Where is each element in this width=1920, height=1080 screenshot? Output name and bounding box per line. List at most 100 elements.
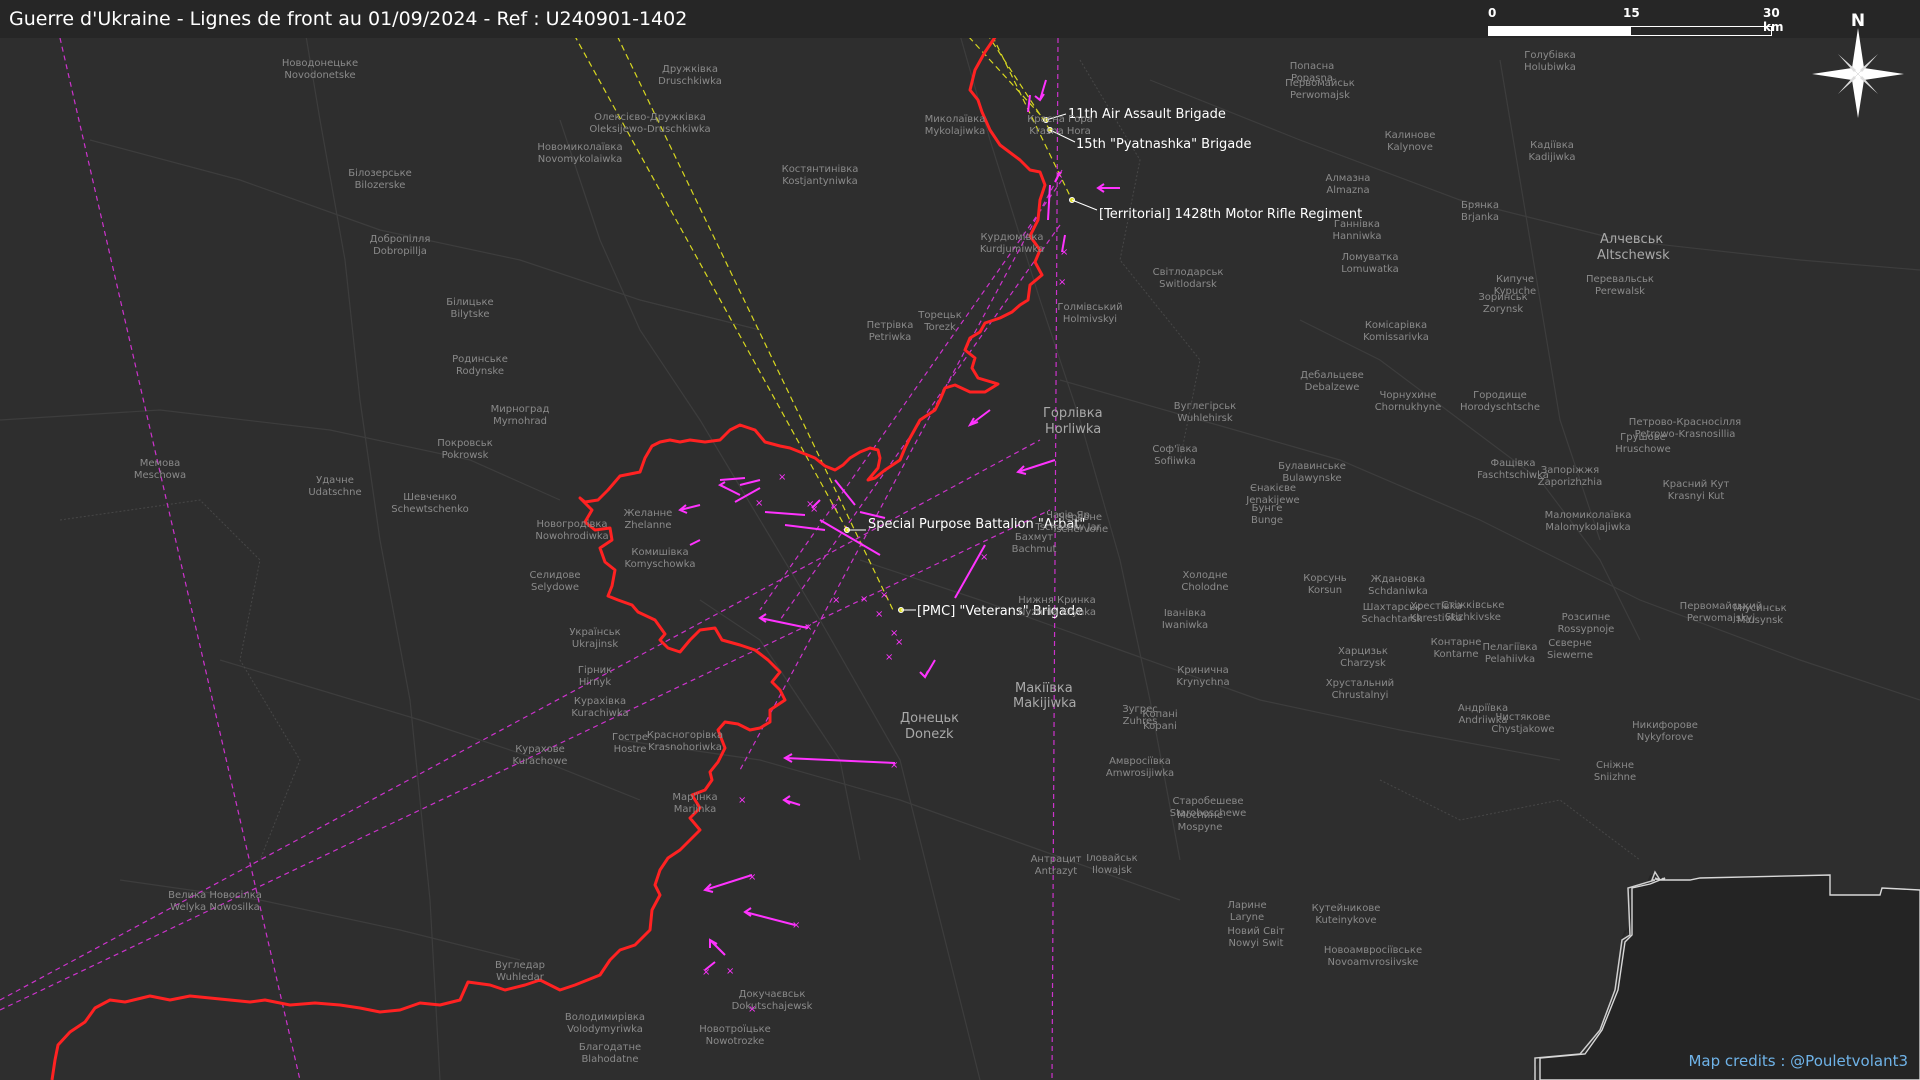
place-label: Nykyforove bbox=[1637, 732, 1693, 743]
place-label: Міусинськ bbox=[1733, 602, 1786, 614]
place-label: Kadijiwka bbox=[1528, 152, 1575, 163]
place-label: Новодонецьке bbox=[282, 58, 358, 69]
place-label: Торецьк bbox=[917, 310, 961, 321]
place-label: Благодатне bbox=[579, 1042, 641, 1053]
place-label: Nowotrozke bbox=[706, 1036, 765, 1047]
map-canvas[interactable]: ××× ××× ××× ××× ××× × ×× ××× ××× 11th Air… bbox=[0, 0, 1920, 1080]
place-label: Amwrosijiwka bbox=[1106, 768, 1174, 779]
city-label: Макіївка bbox=[1015, 681, 1073, 696]
place-label: Маломиколаївка bbox=[1545, 510, 1632, 521]
place-label: Torezk bbox=[923, 322, 956, 333]
place-label: Гостре bbox=[612, 732, 648, 743]
place-label: Novomykolaiwka bbox=[538, 154, 622, 165]
place-label: Holubiwka bbox=[1524, 62, 1576, 73]
place-label: Курахівка bbox=[574, 695, 626, 707]
place-label: Petrowo-Krasnosillia bbox=[1635, 429, 1736, 440]
place-label: Zaporizhzhia bbox=[1538, 477, 1602, 488]
place-label: Корсунь bbox=[1303, 573, 1347, 584]
place-label: Бахмут bbox=[1015, 532, 1053, 543]
place-label: Tschassiw Jar bbox=[1034, 522, 1101, 533]
svg-text:×: × bbox=[830, 502, 838, 513]
place-label: Krynychna bbox=[1176, 677, 1229, 688]
place-label: Желанне bbox=[624, 508, 673, 519]
place-label: Udatschne bbox=[308, 487, 361, 498]
place-label: Алмазна bbox=[1326, 173, 1371, 184]
city-label: Алчевськ bbox=[1600, 232, 1663, 247]
place-label: Horodyschtsche bbox=[1460, 402, 1540, 413]
place-label: Петрово-Красносілля bbox=[1629, 416, 1741, 428]
place-label: Красний Кут bbox=[1663, 479, 1730, 490]
place-label: Pelahiivka bbox=[1485, 654, 1535, 665]
place-label: Charzysk bbox=[1340, 658, 1386, 669]
place-label: Wuhledar bbox=[496, 972, 545, 983]
place-label: Almazna bbox=[1326, 185, 1369, 196]
place-label: Krasnyi Kut bbox=[1668, 491, 1725, 502]
place-label: Rodynske bbox=[456, 366, 504, 377]
place-label: Голмівський bbox=[1057, 301, 1122, 313]
city-label: Horliwka bbox=[1045, 422, 1101, 437]
place-label: Brjanka bbox=[1461, 212, 1499, 223]
place-label: Вугледар bbox=[495, 960, 545, 971]
svg-text:×: × bbox=[792, 920, 800, 931]
svg-text:×: × bbox=[738, 795, 746, 806]
svg-text:×: × bbox=[875, 609, 883, 620]
city-label: Makijiwka bbox=[1013, 696, 1076, 711]
place-label: Nyzhnia Krynka bbox=[1018, 607, 1096, 618]
place-label: Hirnyk bbox=[579, 677, 611, 688]
place-label: Гірник bbox=[578, 664, 612, 676]
place-label: Кипуче bbox=[1496, 274, 1534, 285]
place-label: Пелагіївка bbox=[1482, 641, 1537, 653]
place-label: Копані bbox=[1142, 708, 1177, 720]
place-label: Селидове bbox=[529, 570, 580, 581]
place-label: Bachmut bbox=[1012, 544, 1057, 555]
place-label: Кадіївка bbox=[1530, 139, 1574, 151]
place-label: Докучаєвськ bbox=[739, 989, 806, 1000]
place-label: Вуглегірськ bbox=[1174, 400, 1236, 412]
place-label: Покровськ bbox=[437, 438, 492, 449]
place-label: Perewalsk bbox=[1595, 286, 1645, 297]
place-label: Никифорове bbox=[1632, 720, 1698, 731]
place-label: Oleksijewo-Druschkiwka bbox=[589, 124, 710, 135]
place-label: Starobeschewe bbox=[1170, 808, 1246, 819]
place-label: Добропілля bbox=[370, 233, 431, 245]
place-label: Дебальцеве bbox=[1300, 370, 1364, 381]
place-label: Комишівка bbox=[631, 546, 688, 558]
place-label: Новотроїцьке bbox=[699, 1024, 771, 1035]
place-label: Комісарівка bbox=[1365, 319, 1427, 331]
place-label: Kypuche bbox=[1494, 286, 1536, 297]
place-label: Ларине bbox=[1227, 900, 1266, 911]
place-label: Mykolajiwka bbox=[925, 126, 985, 137]
place-label: Антрацит bbox=[1031, 854, 1082, 865]
place-label: Чистякове bbox=[1496, 712, 1551, 723]
place-label: Siewerne bbox=[1547, 650, 1593, 661]
place-label: Попасна bbox=[1290, 61, 1334, 72]
place-label: Kurachiwka bbox=[571, 708, 628, 719]
svg-text:×: × bbox=[748, 872, 756, 883]
place-label: Pokrowsk bbox=[442, 450, 489, 461]
place-label: Selydowe bbox=[531, 582, 579, 593]
city-label: Горлівка bbox=[1043, 406, 1103, 421]
place-label: Булавинське bbox=[1278, 461, 1346, 472]
svg-text:×: × bbox=[890, 760, 898, 771]
place-label: Kurachowe bbox=[513, 756, 568, 767]
svg-text:×: × bbox=[702, 967, 710, 978]
place-label: Холодне bbox=[1182, 570, 1227, 581]
place-label: Switlodarsk bbox=[1159, 279, 1217, 290]
place-label: Білицьке bbox=[446, 296, 493, 308]
place-label: Кринична bbox=[1177, 665, 1229, 676]
city-label: Altschewsk bbox=[1597, 248, 1670, 263]
place-label: Ilowajsk bbox=[1092, 865, 1132, 876]
place-label: Єнакієве bbox=[1250, 482, 1296, 494]
place-label: Schachtarsk bbox=[1361, 614, 1423, 625]
svg-text:×: × bbox=[880, 590, 888, 601]
place-label: Брянка bbox=[1461, 200, 1499, 211]
place-label: Welyka Nowosilka bbox=[170, 902, 259, 913]
place-label: Городище bbox=[1473, 390, 1527, 401]
place-label: Meschowa bbox=[134, 470, 186, 481]
place-label: Krasna Hora bbox=[1029, 126, 1091, 137]
place-label: Удачне bbox=[316, 475, 354, 486]
svg-text:×: × bbox=[980, 552, 988, 563]
place-label: Chornukhyne bbox=[1375, 402, 1442, 413]
place-label: Hruschowe bbox=[1615, 444, 1670, 455]
place-label: Ломуватка bbox=[1341, 252, 1398, 263]
